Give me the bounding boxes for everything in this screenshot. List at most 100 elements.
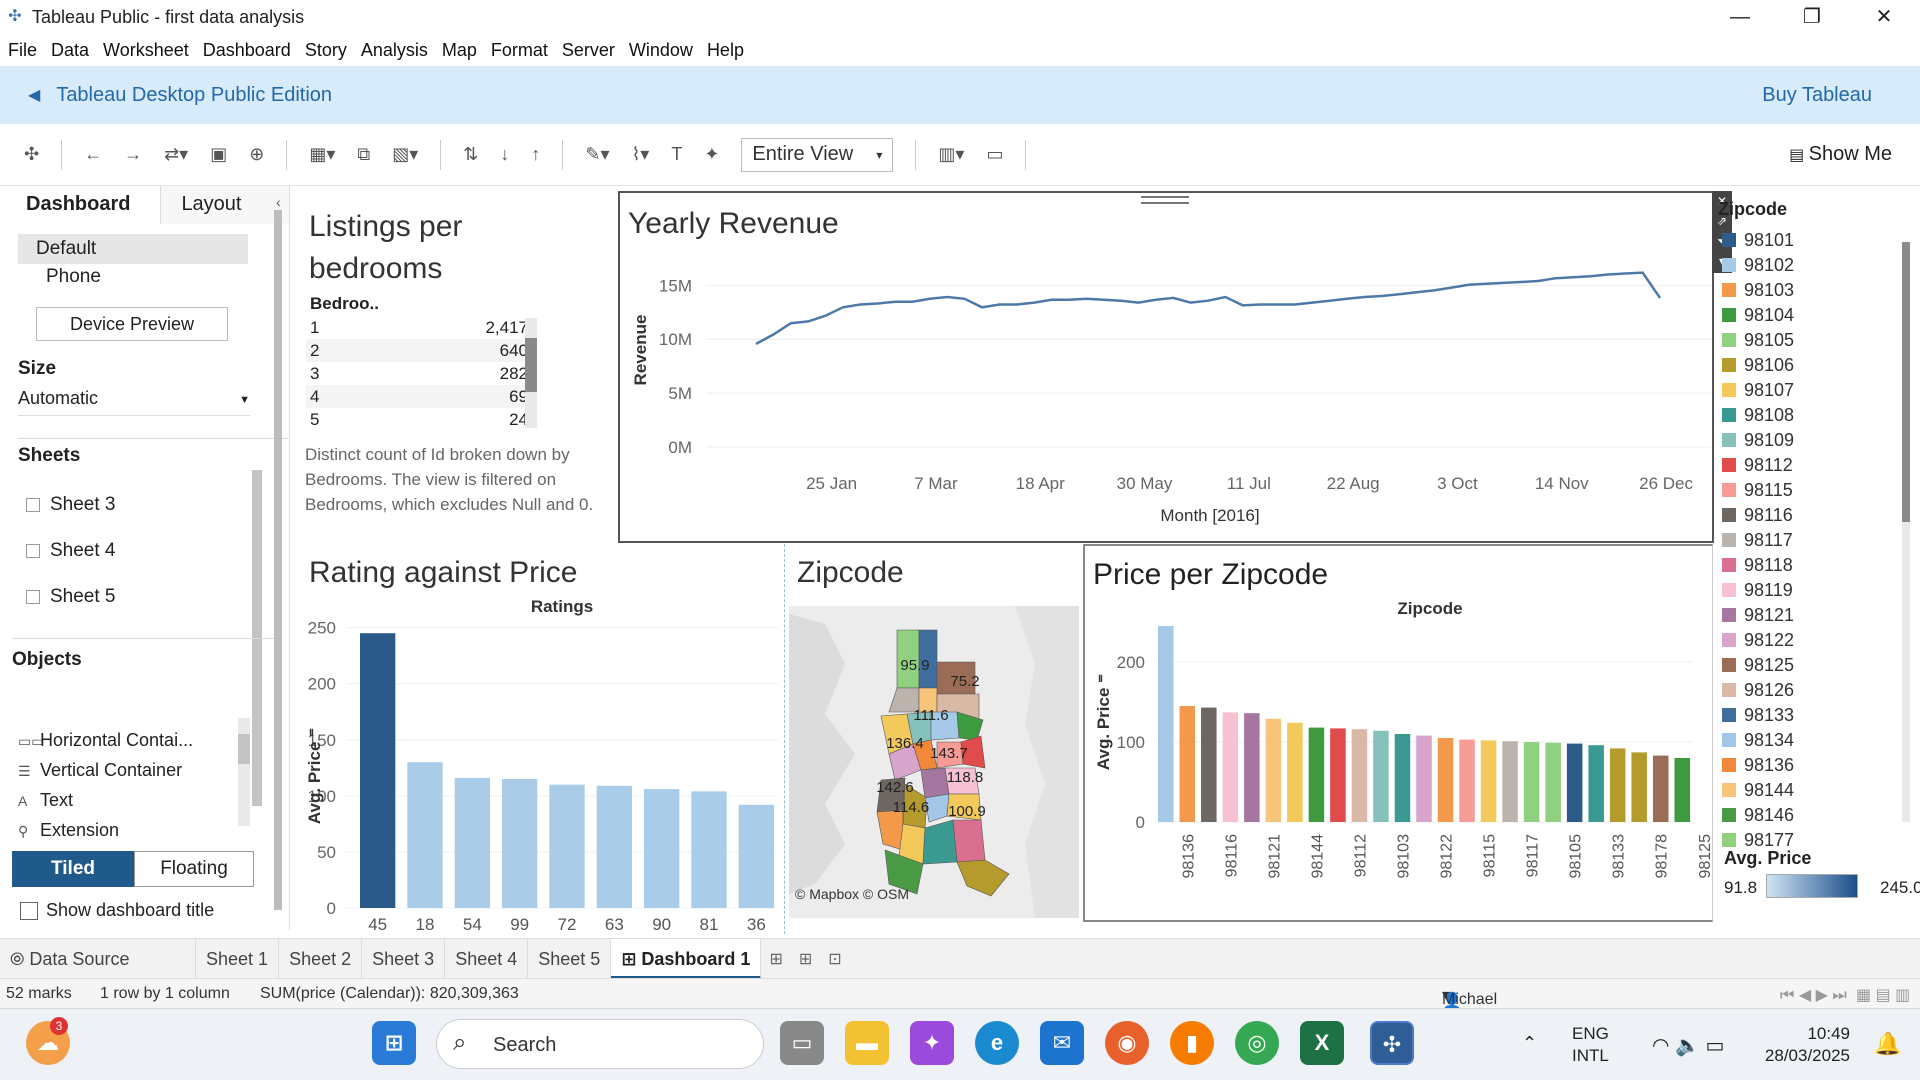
sheet-item-5[interactable]: Sheet 5 — [26, 586, 116, 608]
legend-item[interactable]: 98125 — [1722, 655, 1794, 676]
show-cards-icon[interactable]: ▥▾ — [938, 144, 964, 165]
new-story-icon[interactable]: ⊡ — [828, 949, 841, 969]
table-row[interactable]: 5 24 — [306, 408, 534, 431]
legend-item[interactable]: 98121 — [1722, 605, 1794, 626]
legend-item[interactable]: 98108 — [1722, 405, 1794, 426]
menu-help[interactable]: Help — [707, 40, 744, 61]
mail-icon[interactable]: ✉ — [1040, 1021, 1084, 1065]
table-row[interactable]: 3 282 — [306, 362, 534, 385]
close-button[interactable]: ✕ — [1848, 0, 1920, 34]
menu-window[interactable]: Window — [629, 40, 693, 61]
legend-item[interactable]: 98119 — [1722, 580, 1793, 601]
menu-story[interactable]: Story — [305, 40, 347, 61]
device-preview-button[interactable]: Device Preview — [36, 307, 228, 341]
legend-item[interactable]: 98134 — [1722, 730, 1794, 751]
legend-item[interactable]: 98109 — [1722, 430, 1794, 451]
tab-sheet-2[interactable]: Sheet 2 — [279, 938, 363, 979]
legend-item[interactable]: 98117 — [1722, 530, 1793, 551]
collapse-pane-icon[interactable]: ‹ — [276, 194, 281, 210]
new-dashboard-icon[interactable]: ⊞ — [799, 949, 812, 969]
price-per-zipcode-sheet[interactable]: Price per Zipcode Zipcode 0 100 200 Avg. Pri… — [1083, 544, 1714, 922]
tab-dashboard[interactable]: Dashboard — [0, 186, 162, 224]
device-phone[interactable]: Phone — [46, 266, 101, 288]
redo-icon[interactable]: → — [124, 144, 142, 165]
legend-item[interactable]: 98115 — [1722, 480, 1793, 501]
legend-item[interactable]: 98105 — [1722, 330, 1794, 351]
legend-item[interactable]: 98102 — [1722, 255, 1794, 276]
show-mark-labels-icon[interactable]: T — [671, 144, 682, 165]
user-menu[interactable]: 👤 Michael Fadairo ▾ — [1442, 985, 1497, 1026]
yearly-revenue-sheet[interactable]: Yearly Revenue 0M 5M 10M 15M Revenue 25 Jan 7 … — [618, 191, 1714, 543]
grid-view-icon[interactable]: ▦ ▤ ▥ — [1856, 985, 1910, 1005]
maximize-button[interactable]: ❐ — [1776, 0, 1848, 34]
rating-against-price-sheet[interactable]: Rating against Price Ratings 0 50 100 150 200… — [290, 544, 782, 934]
show-dashboard-title-checkbox[interactable]: Show dashboard title — [20, 900, 214, 921]
duplicate-sheet-icon[interactable]: ⧉ — [357, 144, 370, 165]
tab-dashboard-1[interactable]: ⊞ Dashboard 1 — [611, 938, 762, 979]
tab-sheet-5[interactable]: Sheet 5 — [528, 938, 612, 979]
minimize-button[interactable]: — — [1704, 0, 1776, 34]
firefox-icon[interactable]: ◉ — [1105, 1021, 1149, 1065]
windows-start-icon[interactable]: ⊞ — [372, 1021, 416, 1065]
menu-format[interactable]: Format — [491, 40, 548, 61]
edge-icon[interactable]: e — [975, 1021, 1019, 1065]
legend-item[interactable]: 98101 — [1722, 230, 1794, 251]
menu-server[interactable]: Server — [562, 40, 615, 61]
table-scrollbar[interactable] — [525, 318, 537, 428]
menu-file[interactable]: File — [8, 40, 37, 61]
menu-dashboard[interactable]: Dashboard — [203, 40, 291, 61]
new-worksheet-icon[interactable]: ⊞ — [769, 949, 782, 969]
zipcode-map[interactable]: 95.9 75.2111.6 136.4 143.7 118.8 142.6 114.6 10… — [785, 544, 1079, 934]
new-worksheet-icon[interactable]: ▦▾ — [309, 144, 335, 165]
excel-icon[interactable]: X — [1300, 1021, 1344, 1065]
buy-tableau-link[interactable]: Buy Tableau — [1762, 84, 1872, 107]
show-me-button[interactable]: ▤ Show Me — [1789, 143, 1892, 166]
replace-data-icon[interactable]: ⇄▾ — [164, 144, 188, 165]
object-text[interactable]: A Text — [18, 790, 73, 811]
swap-rows-columns-icon[interactable]: ⇅ — [463, 144, 478, 165]
menu-data[interactable]: Data — [51, 40, 89, 61]
legend-item[interactable]: 98104 — [1722, 305, 1794, 326]
zipcode-map-sheet[interactable]: Zipcode 95.9 75.2 111.6 136.4 143.7 118.8 142.… — [784, 544, 1079, 934]
object-vertical-container[interactable]: ☰ Vertical Container — [18, 760, 182, 781]
presentation-mode-icon[interactable]: ▭ — [986, 144, 1003, 165]
legend-item[interactable]: 98126 — [1722, 680, 1794, 701]
table-row[interactable]: 2 640 — [306, 339, 534, 362]
tiled-button[interactable]: Tiled — [12, 851, 134, 887]
copilot-icon[interactable]: ✦ — [910, 1021, 954, 1065]
listings-per-bedrooms-sheet[interactable]: Listings per bedrooms Bedroo.. 1 2,417 2 6… — [290, 186, 618, 542]
language-indicator[interactable]: ENG INTL — [1572, 1023, 1609, 1067]
tab-sheet-1[interactable]: Sheet 1 — [196, 938, 280, 979]
table-row[interactable]: 1 2,417 — [306, 316, 534, 339]
legend-item[interactable]: 98136 — [1722, 755, 1794, 776]
device-default[interactable]: Default — [18, 234, 248, 264]
task-view-icon[interactable]: ▭ — [780, 1021, 824, 1065]
clear-sheet-icon[interactable]: ▧▾ — [392, 144, 418, 165]
objects-scrollbar[interactable] — [238, 718, 250, 826]
new-data-source-icon[interactable]: ⊕ — [249, 144, 264, 165]
menu-worksheet[interactable]: Worksheet — [103, 40, 189, 61]
fit-dropdown[interactable]: Entire View ▾ — [741, 137, 894, 172]
sheet-nav-icon[interactable]: ⏮ ◀ ▶ ⏭ — [1780, 985, 1847, 1005]
tableau-home-icon[interactable]: ✣ — [24, 144, 39, 165]
tab-sheet-4[interactable]: Sheet 4 — [445, 938, 529, 979]
sheet-item-3[interactable]: Sheet 3 — [26, 494, 116, 516]
rating-bar-chart[interactable]: Ratings050100150200250Avg. Price ⁼45 18 54… — [290, 544, 782, 934]
fix-axes-icon[interactable]: ✦ — [704, 144, 719, 165]
legend-scrollbar[interactable] — [1902, 242, 1910, 822]
legend-item[interactable]: 98106 — [1722, 355, 1794, 376]
sort-descending-icon[interactable]: ↑ — [531, 144, 540, 165]
save-icon[interactable]: ▣ — [210, 144, 227, 165]
file-explorer-icon[interactable]: ▬ — [845, 1021, 889, 1065]
legend-item[interactable]: 98112 — [1722, 455, 1793, 476]
drag-handle[interactable] — [1141, 196, 1189, 204]
legend-item[interactable]: 98107 — [1722, 380, 1794, 401]
legend-item[interactable]: 98146 — [1722, 805, 1794, 826]
legend-item[interactable]: 98118 — [1722, 555, 1793, 576]
pane-scrollbar[interactable] — [274, 210, 282, 910]
size-dropdown[interactable]: Automatic ▼ — [18, 388, 250, 416]
menu-map[interactable]: Map — [442, 40, 477, 61]
undo-icon[interactable]: ← — [84, 144, 102, 165]
taskbar-search[interactable]: ⌕ Search — [436, 1019, 764, 1069]
chevron-up-icon[interactable]: ⌃ — [1522, 1033, 1537, 1054]
